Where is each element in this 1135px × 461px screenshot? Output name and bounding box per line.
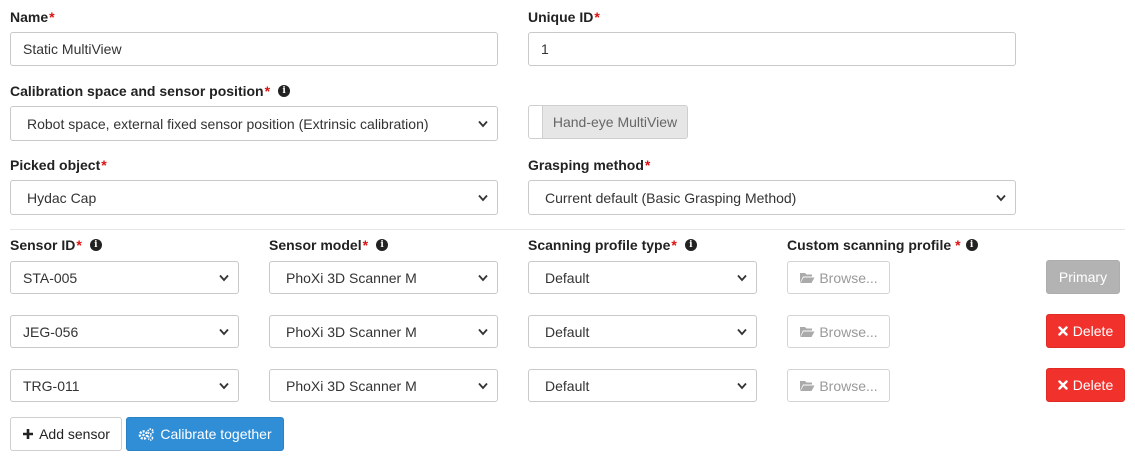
close-icon	[1058, 326, 1068, 336]
chevron-down-icon	[478, 328, 488, 335]
toggle-knob	[529, 106, 543, 138]
add-sensor-button[interactable]: Add sensor	[10, 417, 122, 451]
sensor-model-select[interactable]: PhoXi 3D Scanner M	[269, 315, 498, 348]
chevron-down-icon	[996, 194, 1006, 201]
primary-button[interactable]: Primary	[1046, 260, 1120, 294]
chevron-down-icon	[478, 274, 488, 281]
sensor-id-select[interactable]: STA-005	[10, 261, 239, 294]
sensor-model-select[interactable]: PhoXi 3D Scanner M	[269, 369, 498, 402]
chevron-down-icon	[219, 328, 229, 335]
calibrate-together-button[interactable]: Calibrate together	[126, 417, 284, 451]
chevron-down-icon	[478, 194, 488, 201]
chevron-down-icon	[219, 274, 229, 281]
scanning-profile-select[interactable]: Default	[528, 315, 757, 348]
custom-profile-header: Custom scanning profile * i	[787, 236, 978, 254]
folder-open-icon	[800, 326, 815, 337]
info-icon[interactable]: i	[376, 239, 389, 251]
close-icon	[1058, 380, 1068, 390]
calibration-label: Calibration space and sensor position * i	[10, 82, 291, 100]
picked-object-label: Picked object *	[10, 157, 107, 173]
grasping-select[interactable]: Current default (Basic Grasping Method)	[528, 180, 1016, 215]
chevron-down-icon	[737, 328, 747, 335]
chevron-down-icon	[737, 382, 747, 389]
sensor-id-header: Sensor ID * i	[10, 236, 102, 254]
plus-icon	[23, 429, 34, 439]
scanning-profile-select[interactable]: Default	[528, 369, 757, 402]
divider	[10, 229, 1125, 230]
sensor-id-select[interactable]: TRG-011	[10, 369, 239, 402]
sensor-id-select[interactable]: JEG-056	[10, 315, 239, 348]
chevron-down-icon	[219, 382, 229, 389]
info-icon[interactable]: i	[89, 239, 102, 251]
hand-eye-toggle-label: Hand-eye MultiView	[552, 114, 678, 130]
chevron-down-icon	[478, 382, 488, 389]
delete-button[interactable]: Delete	[1046, 368, 1125, 402]
scanning-profile-select[interactable]: Default	[528, 261, 757, 294]
sensor-model-header: Sensor model * i	[269, 236, 389, 254]
sensor-model-select[interactable]: PhoXi 3D Scanner M	[269, 261, 498, 294]
gears-icon	[139, 427, 155, 441]
chevron-down-icon	[737, 274, 747, 281]
calibration-select[interactable]: Robot space, external fixed sensor posit…	[10, 106, 498, 141]
picked-object-select[interactable]: Hydac Cap	[10, 180, 498, 215]
name-input[interactable]: Static MultiView	[10, 32, 498, 66]
browse-button[interactable]: Browse...	[787, 315, 890, 348]
browse-button[interactable]: Browse...	[787, 261, 890, 294]
unique-id-input[interactable]: 1	[528, 32, 1016, 66]
chevron-down-icon	[478, 120, 488, 127]
unique-id-label: Unique ID *	[528, 9, 600, 25]
name-label: Name *	[10, 9, 55, 25]
delete-button[interactable]: Delete	[1046, 314, 1125, 348]
folder-open-icon	[800, 380, 815, 391]
browse-button[interactable]: Browse...	[787, 369, 890, 402]
info-icon[interactable]: i	[965, 239, 978, 251]
grasping-label: Grasping method *	[528, 157, 651, 173]
hand-eye-toggle[interactable]: Hand-eye MultiView	[528, 105, 688, 139]
info-icon[interactable]: i	[278, 85, 291, 97]
scanning-profile-type-header: Scanning profile type * i	[528, 236, 697, 254]
folder-open-icon	[800, 272, 815, 283]
info-icon[interactable]: i	[684, 239, 697, 251]
